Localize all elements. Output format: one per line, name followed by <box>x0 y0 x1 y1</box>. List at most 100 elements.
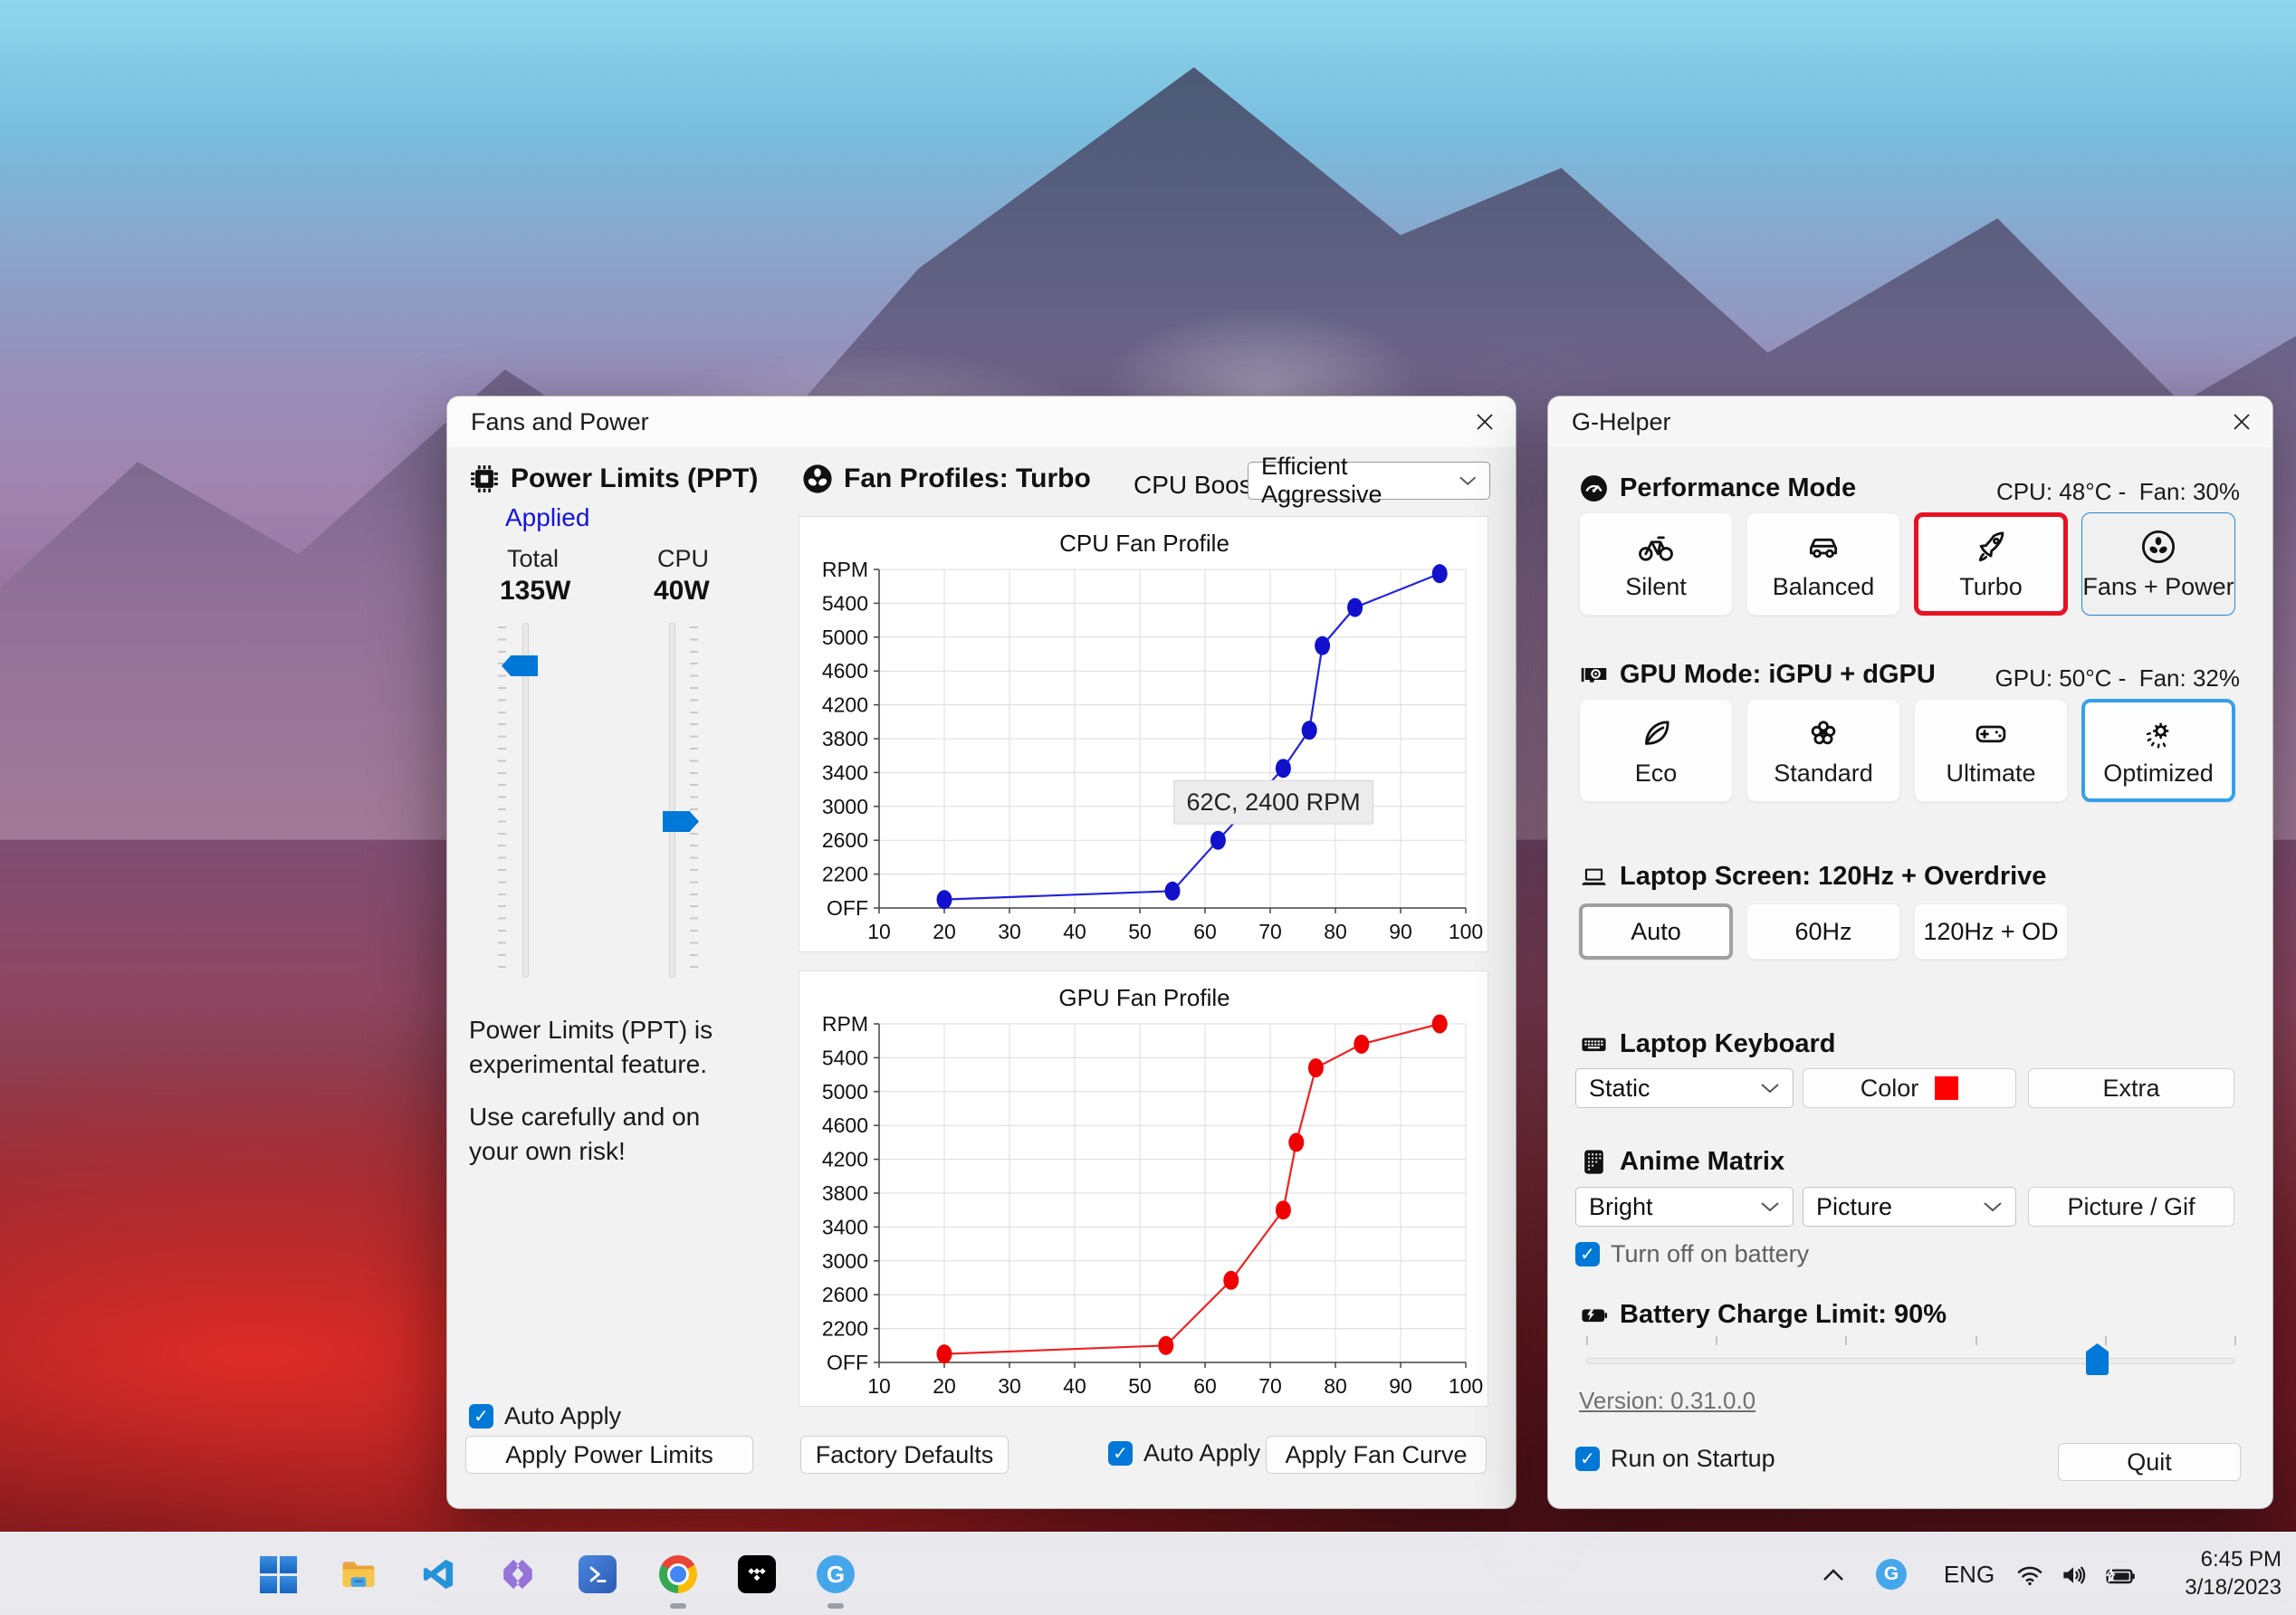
perf-mode-balanced-button[interactable]: Balanced <box>1746 512 1900 616</box>
anime-brightness-select[interactable]: Bright <box>1575 1187 1794 1227</box>
cpu-boost-select[interactable]: Efficient Aggressive <box>1248 453 1490 508</box>
svg-text:OFF: OFF <box>827 896 868 920</box>
cpu-boost-value: Efficient Aggressive <box>1261 453 1382 508</box>
svg-text:2600: 2600 <box>822 1283 868 1306</box>
power-auto-apply-checkbox[interactable]: ✓ Auto Apply <box>469 1402 621 1430</box>
battery-slider-track[interactable] <box>1586 1358 2234 1364</box>
factory-defaults-button[interactable]: Factory Defaults <box>800 1436 1009 1474</box>
gpu-mode-eco-label: Eco <box>1634 759 1678 787</box>
checkbox-checked-icon[interactable]: ✓ <box>1575 1242 1600 1266</box>
tray-volume-button[interactable] <box>2057 1559 2090 1591</box>
run-on-startup-checkbox[interactable]: ✓ Run on Startup <box>1575 1445 1775 1473</box>
windows-start-icon <box>259 1555 297 1593</box>
svg-text:20: 20 <box>933 1374 956 1398</box>
tidal-button[interactable] <box>737 1554 777 1594</box>
screen-auto-button[interactable]: Auto <box>1579 903 1733 960</box>
tray-ghelper-button[interactable]: G <box>1876 1559 1907 1590</box>
chrome-button[interactable] <box>658 1554 698 1594</box>
tray-battery-button[interactable] <box>2100 1559 2138 1591</box>
svg-text:80: 80 <box>1324 1374 1347 1398</box>
total-value: 135W <box>500 576 571 606</box>
applied-link[interactable]: Applied <box>505 503 589 532</box>
file-explorer-button[interactable] <box>339 1554 378 1594</box>
cpu-fan-curve-chart[interactable]: 10 20 30 40 50 60 70 80 90 100 OFF 2200 2600 3000 3400… <box>799 516 1488 952</box>
gpu-mode-header: GPU Mode: iGPU + dGPU <box>1579 660 1936 690</box>
svg-text:10: 10 <box>867 920 891 943</box>
anime-brightness-value: Bright <box>1589 1192 1653 1220</box>
fans-close-button[interactable] <box>1465 404 1505 440</box>
fan-profiles-header: Fan Profiles: Turbo <box>802 463 1091 494</box>
tray-language-button[interactable]: ENG <box>1939 1559 1999 1590</box>
cpu-slider-track[interactable] <box>669 623 675 978</box>
svg-text:40: 40 <box>1063 920 1086 943</box>
svg-text:3000: 3000 <box>822 1249 868 1273</box>
fans-power-label: Fans + Power <box>2082 572 2234 600</box>
chrome-icon <box>659 1555 697 1593</box>
keyboard-extra-button[interactable]: Extra <box>2028 1068 2234 1108</box>
perf-mode-balanced-label: Balanced <box>1772 572 1875 600</box>
tray-time: 6:45 PM <box>2200 1547 2282 1572</box>
close-icon <box>1477 414 1493 430</box>
apply-fan-curve-button[interactable]: Apply Fan Curve <box>1266 1436 1487 1474</box>
fan-icon <box>803 464 832 493</box>
performance-mode-header: Performance Mode <box>1579 473 1856 503</box>
svg-text:2200: 2200 <box>822 1317 868 1341</box>
screen-120hz-od-button[interactable]: 120Hz + OD <box>1914 903 2068 960</box>
svg-text:RPM: RPM <box>822 558 868 581</box>
fan-auto-apply-checkbox[interactable]: ✓ Auto Apply <box>1108 1439 1260 1467</box>
chevron-down-icon <box>1984 1202 2002 1212</box>
gpu-fan-curve-chart[interactable]: 10 20 30 40 50 60 70 80 90 100 OFF 2200 2600 3000 3400… <box>799 970 1488 1407</box>
tray-show-hidden-button[interactable] <box>1818 1560 1849 1591</box>
ghelper-taskbar-button[interactable]: G <box>816 1554 856 1594</box>
auto-gear-icon <box>2146 722 2169 749</box>
svg-text:3400: 3400 <box>822 1215 868 1238</box>
keyboard-icon <box>1582 1037 1606 1052</box>
gpu-mode-standard-button[interactable]: Standard <box>1746 699 1900 802</box>
fans-power-button[interactable]: Fans + Power <box>2081 512 2235 616</box>
anime-picture-gif-button[interactable]: Picture / Gif <box>2028 1187 2234 1227</box>
anime-matrix-icon <box>1584 1150 1603 1174</box>
visual-studio-button[interactable] <box>498 1554 538 1594</box>
screen: Fans and Power Power Limits (PPT) Applie… <box>0 0 2296 1615</box>
checkbox-checked-icon[interactable]: ✓ <box>1575 1447 1600 1471</box>
laptop-screen-title: Laptop Screen: 120Hz + Overdrive <box>1620 862 2047 891</box>
anime-content-select[interactable]: Picture <box>1803 1187 2016 1227</box>
ghelper-close-button[interactable] <box>2222 404 2262 440</box>
gpu-mode-optimized-label: Optimized <box>2103 759 2214 787</box>
checkbox-checked-icon[interactable]: ✓ <box>469 1404 493 1429</box>
anime-battery-checkbox[interactable]: ✓ Turn off on battery <box>1575 1240 1809 1268</box>
gpu-mode-ultimate-button[interactable]: Ultimate <box>1914 699 2068 802</box>
svg-text:3800: 3800 <box>822 727 868 750</box>
checkbox-checked-icon[interactable]: ✓ <box>1108 1441 1133 1466</box>
tray-clock[interactable]: 6:45 PM 3/18/2023 <box>2185 1545 2282 1601</box>
anime-matrix-title: Anime Matrix <box>1620 1147 1785 1176</box>
powershell-button[interactable] <box>578 1554 617 1594</box>
battery-bolt-icon <box>1582 1309 1608 1323</box>
vscode-button[interactable] <box>418 1554 458 1594</box>
svg-text:100: 100 <box>1449 920 1483 943</box>
keyboard-mode-select[interactable]: Static <box>1575 1068 1794 1108</box>
perf-mode-turbo-button[interactable]: Turbo <box>1914 512 2068 616</box>
battery-slider-handle[interactable] <box>2086 1343 2109 1375</box>
total-slider-handle[interactable] <box>502 655 538 676</box>
perf-mode-silent-button[interactable]: Silent <box>1579 512 1733 616</box>
quit-button[interactable]: Quit <box>2058 1443 2241 1481</box>
gpu-mode-optimized-button[interactable]: Optimized <box>2081 699 2235 802</box>
fan-profiles-title: Fan Profiles: Turbo <box>844 463 1091 493</box>
svg-text:62C, 2400 RPM: 62C, 2400 RPM <box>1187 788 1361 816</box>
svg-text:4600: 4600 <box>822 1113 868 1137</box>
apply-power-limits-button[interactable]: Apply Power Limits <box>465 1436 753 1474</box>
svg-text:60: 60 <box>1193 1374 1217 1398</box>
power-limits-header: Power Limits (PPT) <box>469 463 758 494</box>
start-button[interactable] <box>258 1554 298 1594</box>
screen-60hz-button[interactable]: 60Hz <box>1746 903 1900 960</box>
fans-titlebar[interactable]: Fans and Power <box>447 397 1516 447</box>
tray-wifi-button[interactable] <box>2014 1559 2046 1591</box>
taskbar: G G ENG 6:45 PM 3/18/2023 <box>0 1532 2296 1615</box>
version-link[interactable]: Version: 0.31.0.0 <box>1579 1387 1755 1415</box>
gpu-mode-eco-button[interactable]: Eco <box>1579 699 1733 802</box>
ghelper-titlebar[interactable]: G-Helper <box>1548 397 2272 447</box>
keyboard-color-button[interactable]: Color <box>1803 1068 2016 1108</box>
svg-text:30: 30 <box>998 1374 1021 1398</box>
rocket-icon <box>1978 531 2004 561</box>
